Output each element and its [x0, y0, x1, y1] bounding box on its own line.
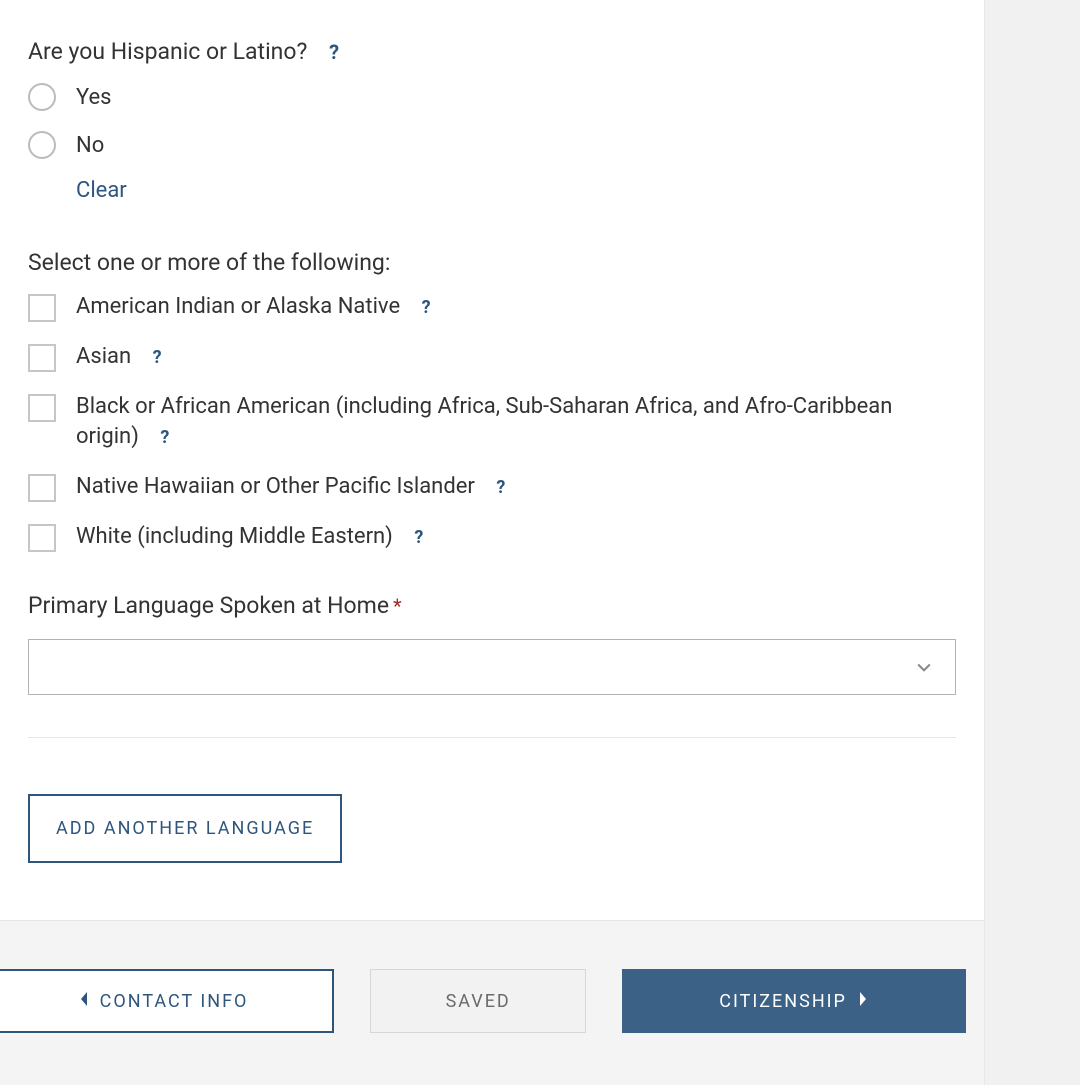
back-button[interactable]: CONTACT INFO: [0, 969, 334, 1033]
chevron-right-icon: [857, 991, 869, 1012]
radio-yes[interactable]: [28, 83, 56, 111]
label-american-indian: American Indian or Alaska Native ?: [76, 292, 431, 322]
race-options: American Indian or Alaska Native ? Asian…: [28, 292, 956, 551]
back-label: CONTACT INFO: [100, 991, 249, 1012]
clear-link[interactable]: Clear: [76, 178, 956, 203]
radio-yes-label: Yes: [76, 83, 112, 113]
label-black: Black or African American (including Afr…: [76, 392, 916, 451]
demographics-form: Are you Hispanic or Latino? ? Yes No Cle…: [0, 0, 984, 921]
checkbox-black[interactable]: [28, 394, 56, 422]
label-native-hawaiian: Native Hawaiian or Other Pacific Islande…: [76, 472, 505, 502]
help-icon[interactable]: ?: [414, 526, 423, 550]
next-button[interactable]: CITIZENSHIP: [622, 969, 966, 1033]
saved-label: SAVED: [446, 991, 511, 1012]
chevron-left-icon: [78, 991, 90, 1012]
add-language-button[interactable]: ADD ANOTHER LANGUAGE: [28, 794, 342, 863]
footer-nav: CONTACT INFO SAVED CITIZENSHIP: [0, 921, 984, 1085]
help-icon[interactable]: ?: [329, 40, 339, 64]
checkbox-native-hawaiian[interactable]: [28, 474, 56, 502]
page-gutter: [984, 0, 1080, 1085]
hispanic-question: Are you Hispanic or Latino? ?: [28, 38, 956, 65]
hispanic-options: Yes No Clear: [28, 83, 956, 203]
race-question: Select one or more of the following:: [28, 249, 956, 276]
hispanic-question-text: Are you Hispanic or Latino?: [28, 38, 307, 65]
help-icon[interactable]: ?: [160, 426, 169, 450]
checkbox-american-indian[interactable]: [28, 294, 56, 322]
help-icon[interactable]: ?: [422, 296, 431, 320]
language-question: Primary Language Spoken at Home*: [28, 592, 956, 619]
next-label: CITIZENSHIP: [719, 991, 847, 1012]
language-select[interactable]: [28, 639, 956, 695]
help-icon[interactable]: ?: [153, 346, 162, 370]
checkbox-white[interactable]: [28, 524, 56, 552]
divider: [28, 737, 956, 738]
label-asian: Asian ?: [76, 342, 162, 372]
help-icon[interactable]: ?: [496, 476, 505, 500]
radio-no[interactable]: [28, 131, 56, 159]
saved-indicator: SAVED: [370, 969, 586, 1033]
required-indicator: *: [393, 594, 402, 618]
radio-no-label: No: [76, 131, 104, 161]
label-white: White (including Middle Eastern) ?: [76, 522, 423, 552]
checkbox-asian[interactable]: [28, 344, 56, 372]
